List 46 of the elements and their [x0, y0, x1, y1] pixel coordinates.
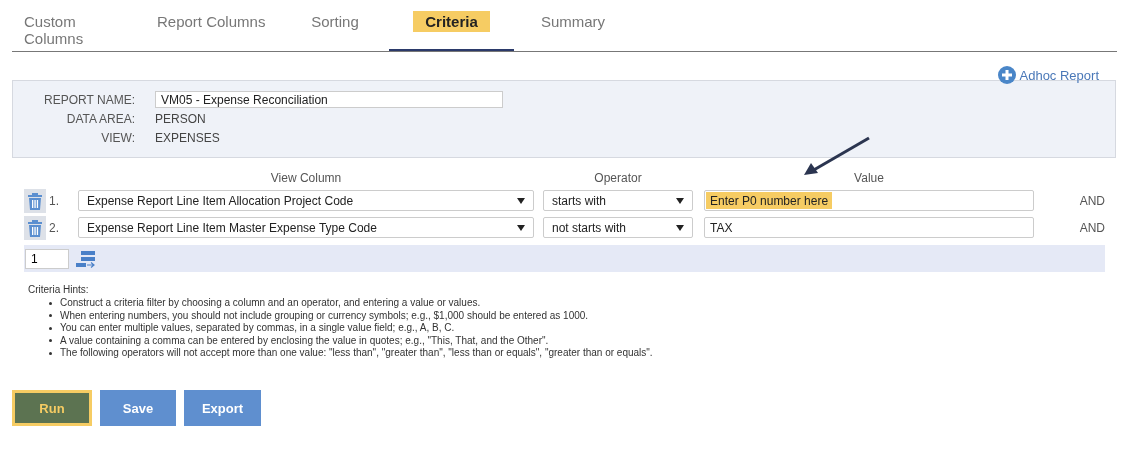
tab[interactable]: Report Columns	[145, 0, 281, 50]
view-column-dropdown[interactable]: Expense Report Line Item Allocation Project Code	[78, 190, 534, 211]
hints-title: Criteria Hints:	[28, 284, 90, 295]
tab[interactable]: Summary	[514, 0, 632, 50]
caret-icon	[676, 224, 684, 231]
trash-icon	[25, 190, 45, 211]
field-label: REPORT NAME:	[43, 92, 136, 107]
bullet-dot	[49, 314, 52, 318]
field-value: PERSON	[155, 111, 206, 126]
column-header: Operator	[593, 171, 643, 185]
operator-dropdown[interactable]: starts with	[543, 190, 693, 211]
operator-dropdown[interactable]: not starts with	[543, 217, 693, 238]
hint-text: You can enter multiple values, separated by commas, in a single value field; e.g., A, B, C.	[60, 322, 455, 335]
hint-text: Construct a criteria filter by choosing a column and an operator, and entering a value or values.	[60, 297, 481, 310]
delete-button[interactable]	[24, 188, 46, 213]
caret-icon	[517, 224, 525, 231]
hint-text: When entering numbers, you should not include grouping or currency symbols; e.g., $1,000 should be entered as 1000.	[60, 309, 589, 322]
bullet-dot	[49, 301, 52, 305]
row-number: 2.	[49, 220, 60, 235]
delete-button[interactable]	[24, 215, 46, 240]
hint-text: A value containing a comma can be entered by enclosing the value in quotes; e.g., "This, That, and the Other".	[60, 334, 549, 347]
bullet-dot	[49, 326, 52, 330]
caret-icon	[676, 197, 684, 204]
view-column-dropdown[interactable]: Expense Report Line Item Master Expense Type Code	[78, 217, 534, 238]
row-number: 1.	[49, 193, 60, 208]
field-value: EXPENSES	[155, 130, 220, 145]
add-rows-icon	[75, 248, 97, 269]
report-name-field[interactable]: VM05 - Expense Reconciliation	[155, 91, 503, 108]
tab[interactable]: Sorting	[281, 0, 389, 50]
value-field[interactable]: Enter P0 number here	[704, 190, 1034, 211]
hint-text: The following operators will not accept more than one value: "less than", "greater than", "less than or equals", "greater than or equals".	[60, 347, 653, 360]
column-header: Value	[853, 171, 885, 185]
conjunction-label: AND	[1078, 220, 1105, 235]
caret-icon	[517, 197, 525, 204]
add-rows-button[interactable]	[75, 248, 97, 269]
conjunction-label: AND	[1078, 193, 1105, 208]
column-header: View Column	[269, 171, 343, 185]
value-field[interactable]: TAX	[704, 217, 1034, 238]
trash-icon	[25, 217, 45, 238]
bullet-dot	[49, 339, 52, 343]
bullet-dot	[49, 351, 52, 355]
row-count-field[interactable]: 1	[25, 248, 69, 269]
field-label: DATA AREA:	[65, 111, 136, 126]
tab[interactable]: Criteria	[389, 0, 514, 51]
tab[interactable]: Custom Columns	[12, 0, 145, 50]
field-label: VIEW:	[100, 130, 136, 145]
